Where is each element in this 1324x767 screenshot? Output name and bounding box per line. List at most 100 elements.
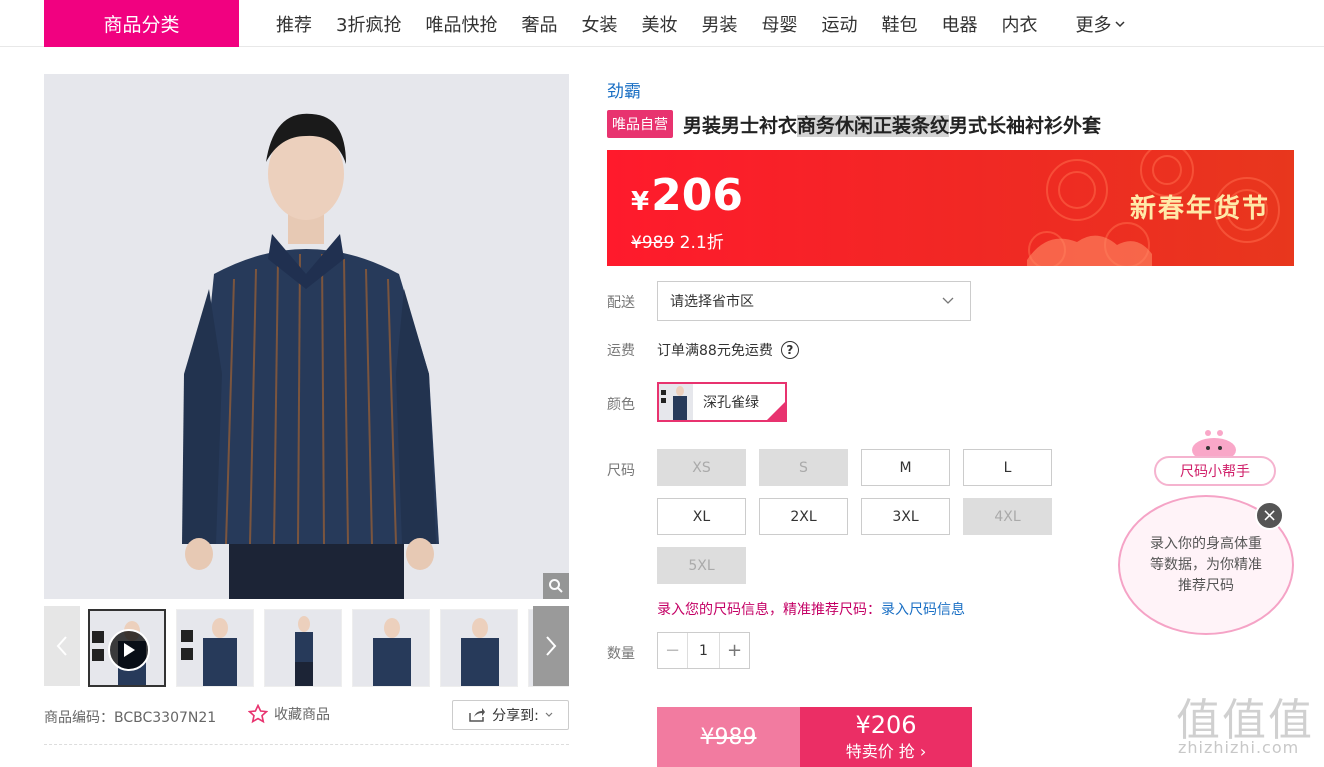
thumbnail-image[interactable] — [352, 609, 430, 687]
zoom-icon[interactable] — [543, 573, 569, 599]
shipping-text: 订单满88元免运费 — [657, 343, 773, 359]
close-icon[interactable]: × — [1255, 501, 1284, 530]
size-option-l[interactable]: L — [963, 449, 1052, 486]
festival-label: 新春年货节 — [1129, 194, 1270, 224]
buy-action-label: 特卖价 抢 › — [845, 742, 927, 762]
shipping-label: 运费 — [607, 343, 635, 359]
favorite-label: 收藏商品 — [274, 707, 330, 723]
size-option-s[interactable]: S — [759, 449, 848, 486]
nav-item-baby[interactable]: 母婴 — [761, 11, 797, 37]
thumb-image — [373, 618, 411, 686]
product-title: 男装男士衬衣商务休闲正装条纹男式长袖衬衫外套 — [683, 111, 1101, 138]
caret-down-icon — [545, 712, 553, 717]
currency-symbol: ¥ — [631, 187, 650, 217]
color-swatch — [659, 384, 693, 420]
share-button[interactable]: 分享到: — [452, 700, 569, 730]
banner-price: ¥ 206 — [631, 170, 743, 221]
nav-more[interactable]: 更多 — [1075, 11, 1125, 37]
size-info-link[interactable]: 录入尺码信息 — [881, 602, 965, 618]
sale-price: 206 — [651, 170, 743, 221]
swatch-image — [661, 386, 687, 420]
share-icon — [469, 708, 486, 722]
nav-more-label: 更多 — [1075, 14, 1112, 36]
nav-item-30-off[interactable]: 3折疯抢 — [336, 11, 401, 37]
thumbnail-image[interactable] — [440, 609, 518, 687]
thumb-image — [181, 618, 237, 686]
size-option-4xl[interactable]: 4XL — [963, 498, 1052, 535]
size-option-5xl[interactable]: 5XL — [657, 547, 746, 584]
chevron-down-icon — [942, 297, 954, 304]
size-option-m[interactable]: M — [861, 449, 950, 486]
quantity-stepper: − 1 + — [657, 632, 750, 669]
buy-now-button[interactable]: ¥206 特卖价 抢 › — [800, 707, 972, 767]
shipping-info: 订单满88元免运费 ? — [657, 340, 799, 360]
thumbnail-image[interactable] — [264, 609, 342, 687]
color-option-selected[interactable]: 深孔雀绿 — [657, 382, 787, 422]
selected-check-icon — [767, 402, 785, 420]
product-sku: 商品编码：BCBC3307N21 — [44, 710, 217, 726]
nav-item-sport[interactable]: 运动 — [821, 11, 857, 37]
quantity-plus-button[interactable]: + — [720, 633, 749, 668]
self-operated-badge: 唯品自营 — [607, 110, 673, 138]
color-label: 颜色 — [607, 397, 635, 413]
thumb-next-button[interactable] — [533, 606, 569, 686]
main-product-image[interactable] — [44, 74, 569, 599]
play-icon[interactable] — [108, 629, 150, 671]
size-helper-tag[interactable]: 尺码小帮手 — [1154, 456, 1276, 486]
thumb-prev-button[interactable] — [44, 606, 80, 686]
quantity-minus-button[interactable]: − — [658, 633, 687, 668]
nav-item-men[interactable]: 男装 — [701, 11, 737, 37]
thumb-image — [461, 618, 499, 686]
color-name: 深孔雀绿 — [703, 395, 759, 411]
quantity-label: 数量 — [607, 646, 635, 662]
nav-item-luxury[interactable]: 奢品 — [521, 11, 557, 37]
chevron-left-icon — [56, 636, 67, 656]
nav-item-underwear[interactable]: 内衣 — [1001, 11, 1037, 37]
nav-item-beauty[interactable]: 美妆 — [641, 11, 677, 37]
title-part: 男式长袖衬衫外套 — [949, 114, 1102, 137]
original-price-button[interactable]: ¥989 — [657, 707, 800, 767]
size-option-xl[interactable]: XL — [657, 498, 746, 535]
size-option-2xl[interactable]: 2XL — [759, 498, 848, 535]
help-icon[interactable]: ? — [780, 341, 799, 359]
chevron-down-icon — [1115, 20, 1125, 27]
title-highlight: 商务休闲正装条纹 — [797, 114, 950, 137]
size-hint: 录入您的尺码信息，精准推荐尺码：录入尺码信息 — [657, 599, 965, 619]
nav-item-flash[interactable]: 唯品快抢 — [425, 11, 497, 37]
title-part: 男装男士衬衣 — [683, 114, 798, 137]
divider — [44, 744, 569, 745]
nav-item-recommend[interactable]: 推荐 — [276, 11, 312, 37]
thumb-image — [295, 616, 313, 686]
size-hint-text: 录入您的尺码信息，精准推荐尺码： — [657, 602, 881, 618]
original-price-row: ¥989 2.1折 — [631, 228, 724, 253]
top-nav: 商品分类 推荐 3折疯抢 唯品快抢 奢品 女装 美妆 男装 母婴 运动 鞋包 电… — [0, 0, 1324, 47]
discount-rate: 2.1折 — [679, 233, 724, 253]
nav-item-shoes-bags[interactable]: 鞋包 — [881, 11, 917, 37]
size-label: 尺码 — [607, 463, 635, 479]
brand-link[interactable]: 劲霸 — [607, 77, 641, 102]
original-price: ¥989 — [631, 233, 675, 253]
nav-items: 推荐 3折疯抢 唯品快抢 奢品 女装 美妆 男装 母婴 运动 鞋包 电器 内衣 … — [264, 0, 1137, 47]
chevron-right-icon — [546, 636, 557, 656]
nav-item-women[interactable]: 女装 — [581, 11, 617, 37]
buy-button-group: ¥989 ¥206 特卖价 抢 › — [657, 707, 972, 767]
nav-item-appliances[interactable]: 电器 — [941, 11, 977, 37]
star-icon — [248, 704, 268, 724]
region-select-placeholder: 请选择省市区 — [670, 294, 754, 310]
region-select[interactable]: 请选择省市区 — [657, 281, 971, 321]
delivery-label: 配送 — [607, 295, 635, 311]
quantity-value[interactable]: 1 — [687, 633, 720, 668]
thumbnail-image[interactable] — [176, 609, 254, 687]
buy-price: ¥206 — [855, 710, 917, 739]
thumbnail-strip — [44, 606, 569, 687]
meta-row: 商品编码：BCBC3307N21 收藏商品 分享到: — [44, 700, 569, 732]
model-photo — [182, 113, 439, 599]
favorite-button[interactable]: 收藏商品 — [248, 704, 330, 724]
share-label: 分享到: — [492, 708, 539, 724]
watermark-url: zhizhizhi.com — [1178, 738, 1300, 757]
category-button[interactable]: 商品分类 — [44, 0, 239, 47]
thumbnail-video[interactable] — [88, 609, 166, 687]
size-option-3xl[interactable]: 3XL — [861, 498, 950, 535]
size-option-xs[interactable]: XS — [657, 449, 746, 486]
price-banner: ¥ 206 ¥989 2.1折 新春年货节 — [607, 150, 1294, 266]
